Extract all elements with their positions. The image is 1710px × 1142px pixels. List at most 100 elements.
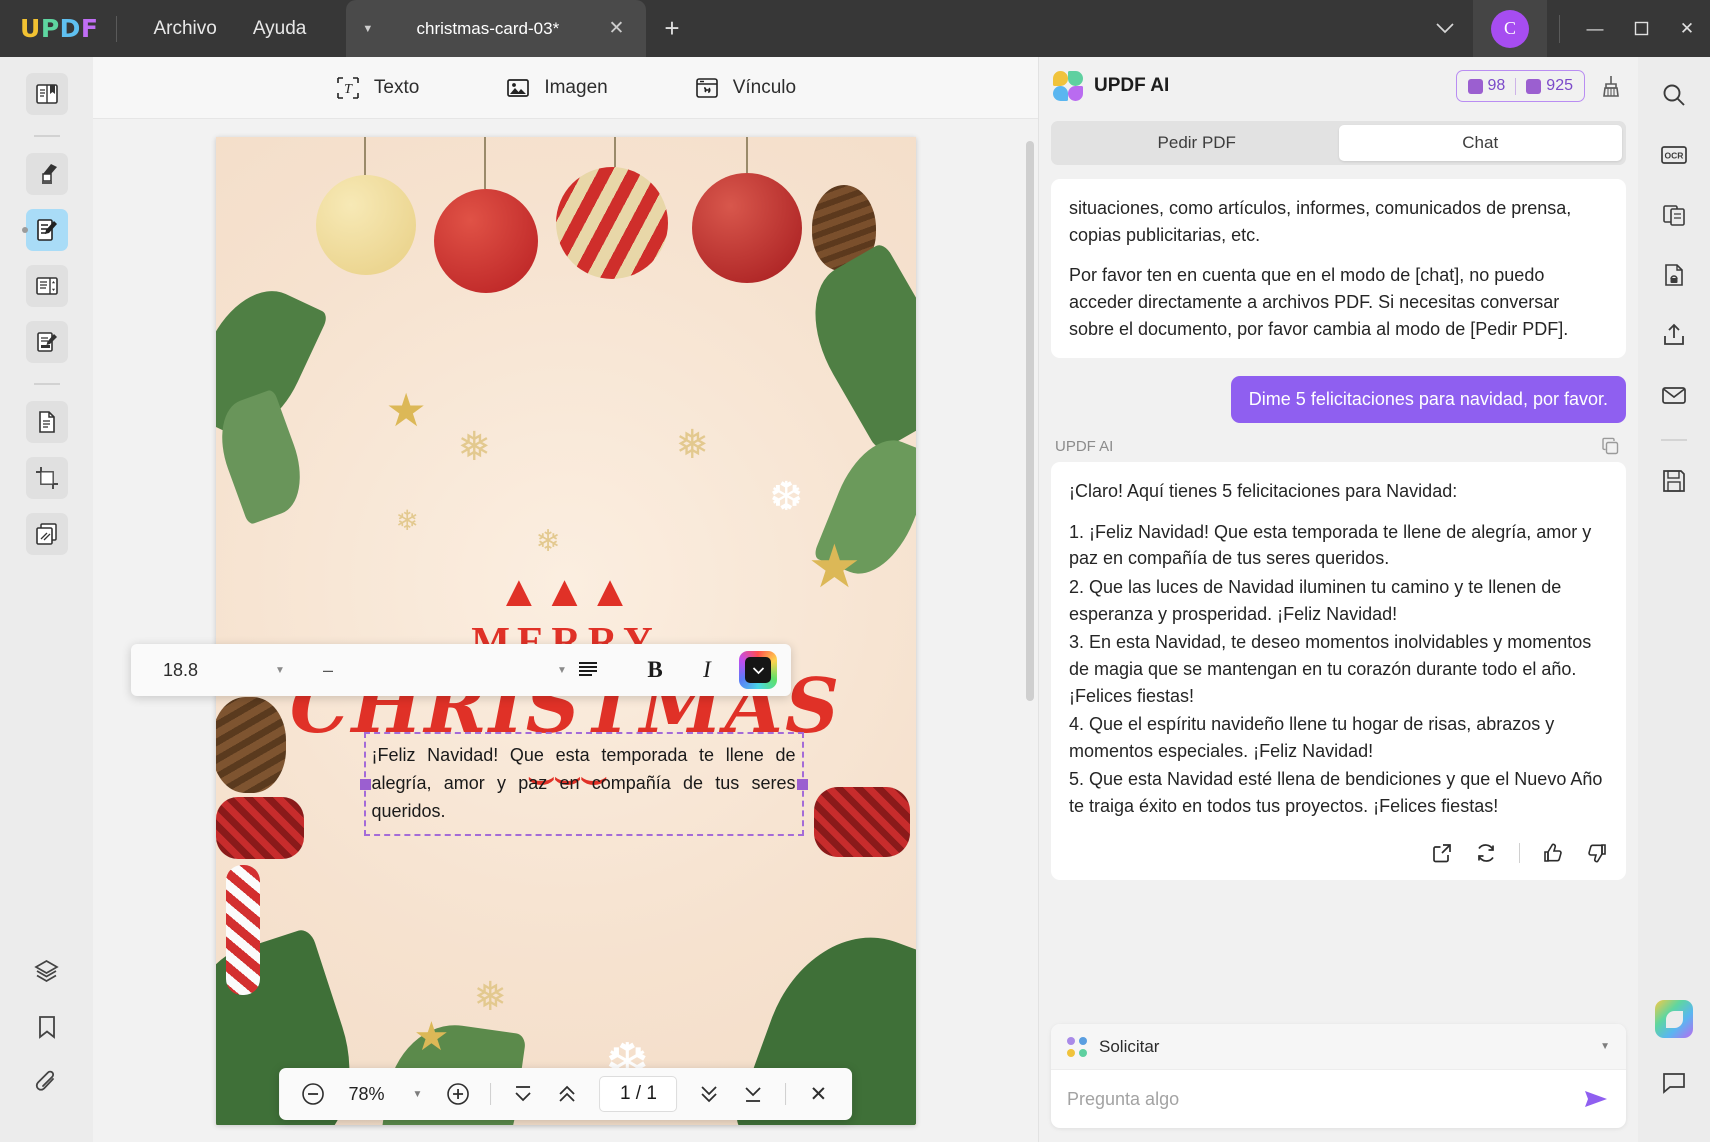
minimize-button[interactable]: — <box>1572 0 1618 57</box>
copy-icon[interactable] <box>1601 437 1620 456</box>
pdf-canvas[interactable]: ❅ ❄ ❅ ❆ ❄ ❅ ❆ ★ ★ ★ ▲▲▲ MERRY CHRISTMAS … <box>93 119 1038 1142</box>
sidebar-bookmark-icon <box>38 1016 55 1039</box>
action-separator <box>1519 842 1520 863</box>
credits-badge[interactable]: 98 925 <box>1455 70 1585 102</box>
sidebar-item-attachment[interactable] <box>26 1062 68 1104</box>
regenerate-response-button[interactable] <box>1475 842 1497 864</box>
ornament-string-1 <box>363 137 366 175</box>
protect-button[interactable] <box>1652 253 1696 297</box>
zoom-in-icon <box>447 1083 470 1105</box>
sidebar-item-crop[interactable] <box>25 457 68 499</box>
sidebar-item-layers[interactable] <box>26 950 68 992</box>
close-pagebar-button[interactable]: ✕ <box>798 1074 838 1114</box>
feedback-button[interactable] <box>1652 1060 1696 1104</box>
response-action-bar <box>1069 842 1608 864</box>
svg-text:T: T <box>344 82 353 97</box>
previous-page-button[interactable] <box>547 1074 587 1114</box>
document-area: T Texto Imagen Vínculo ❅ ❄ ❅ ❆ ❄ ❅ ❆ ★ ★… <box>93 57 1038 1142</box>
send-button[interactable] <box>1582 1088 1610 1110</box>
left-sidebar-bottom <box>26 950 68 1142</box>
sidebar-item-annotate[interactable] <box>25 321 68 363</box>
broom-icon <box>1603 76 1619 97</box>
menu-archivo[interactable]: Archivo <box>135 12 234 46</box>
feedback-icon <box>1663 1073 1685 1094</box>
font-size-chevron-down-icon[interactable]: ▼ <box>265 665 295 676</box>
sidebar-page-layout-icon <box>35 277 58 295</box>
sidebar-item-pages[interactable] <box>25 513 68 555</box>
chat-scroll-area[interactable]: situaciones, como artículos, informes, c… <box>1039 165 1638 1024</box>
font-family-chevron-down-icon[interactable]: ▼ <box>547 665 577 676</box>
toolbar-texto[interactable]: T Texto <box>335 75 419 101</box>
zoom-chevron-down-icon[interactable]: ▼ <box>401 1089 435 1100</box>
star-icon-1: ★ <box>385 384 427 436</box>
share-button[interactable] <box>1652 313 1696 357</box>
prompt-mode-icon <box>1067 1036 1087 1057</box>
compare-button[interactable] <box>1652 193 1696 237</box>
align-button[interactable] <box>577 660 629 680</box>
bold-button[interactable]: B <box>629 657 681 683</box>
save-as-button[interactable] <box>1652 459 1696 503</box>
user-message: Dime 5 felicitaciones para navidad, por … <box>1230 376 1626 424</box>
font-family-value[interactable]: – <box>295 660 547 681</box>
color-chevron-down-icon[interactable] <box>745 657 771 683</box>
sidebar-item-highlighter[interactable] <box>25 153 68 195</box>
tab-close-icon[interactable]: ✕ <box>602 17 630 40</box>
share-response-button[interactable] <box>1431 842 1453 864</box>
email-button[interactable] <box>1652 373 1696 417</box>
sidebar-edit-pdf-icon <box>36 219 57 241</box>
sidebar-item-edit-pdf[interactable] <box>21 209 68 251</box>
toolbar-imagen[interactable]: Imagen <box>505 75 608 101</box>
user-message-row: Dime 5 felicitaciones para navidad, por … <box>1051 376 1626 424</box>
first-page-button[interactable] <box>503 1074 543 1114</box>
resize-handle-left[interactable] <box>359 778 371 790</box>
font-size-value[interactable]: 18.8 <box>145 660 265 681</box>
text-color-button[interactable] <box>739 651 777 689</box>
titlebar-right-group: C — ✕ <box>1417 0 1710 57</box>
tab-chat[interactable]: Chat <box>1338 125 1622 161</box>
pdf-page[interactable]: ❅ ❄ ❅ ❆ ❄ ❅ ❆ ★ ★ ★ ▲▲▲ MERRY CHRISTMAS … <box>215 137 916 1125</box>
chat-input[interactable] <box>1067 1088 1582 1110</box>
resize-handle-right[interactable] <box>796 778 808 790</box>
tab-chevron-down-icon[interactable]: ▼ <box>362 23 373 35</box>
ai-assistant-button[interactable] <box>1655 1000 1693 1038</box>
next-page-button[interactable] <box>689 1074 729 1114</box>
ocr-button[interactable]: OCR <box>1652 133 1696 177</box>
composer-mode-selector[interactable]: Solicitar ▼ <box>1051 1024 1626 1070</box>
document-tab[interactable]: ▼ christmas-card-03* ✕ <box>346 0 647 57</box>
email-icon <box>1662 387 1686 404</box>
menu-ayuda[interactable]: Ayuda <box>235 12 325 46</box>
updf-ai-logo-icon <box>1053 71 1083 101</box>
sidebar-convert-icon <box>38 411 55 433</box>
sidebar-item-convert[interactable] <box>25 401 68 443</box>
thumbs-up-button[interactable] <box>1542 842 1564 864</box>
italic-button[interactable]: I <box>681 657 733 683</box>
text-box-content[interactable]: ¡Feliz Navidad! Que esta temporada te ll… <box>372 742 796 826</box>
composer-chevron-down-icon[interactable]: ▼ <box>1600 1041 1610 1052</box>
sidebar-item-bookmark[interactable] <box>26 1006 68 1048</box>
toolbar-vinculo[interactable]: Vínculo <box>694 75 796 101</box>
sidebar-item-page-layout[interactable] <box>25 265 68 307</box>
page-indicator[interactable]: 1 / 1 <box>599 1076 678 1112</box>
share-icon <box>1433 843 1451 862</box>
assistant-intro: ¡Claro! Aquí tienes 5 felicitaciones par… <box>1069 481 1458 502</box>
composer-mode-label: Solicitar <box>1099 1036 1160 1056</box>
maximize-button[interactable] <box>1618 0 1664 57</box>
search-button[interactable] <box>1652 73 1696 117</box>
tab-pedir-pdf[interactable]: Pedir PDF <box>1055 125 1339 161</box>
zoom-in-button[interactable] <box>438 1074 478 1114</box>
zoom-level-value[interactable]: 78% <box>337 1084 397 1105</box>
ai-assistant-icon <box>1665 1010 1683 1028</box>
account-button[interactable]: C <box>1473 0 1547 57</box>
clear-chat-button[interactable] <box>1600 74 1622 98</box>
snowflake-icon-6: ❅ <box>473 975 508 1019</box>
close-button[interactable]: ✕ <box>1664 0 1710 57</box>
new-tab-button[interactable]: + <box>664 13 679 44</box>
thumbs-down-button[interactable] <box>1586 842 1608 864</box>
zoom-out-button[interactable] <box>293 1074 333 1114</box>
link-icon <box>695 77 718 98</box>
last-page-button[interactable] <box>733 1074 773 1114</box>
editable-text-box[interactable]: ¡Feliz Navidad! Que esta temporada te ll… <box>359 732 808 836</box>
titlebar-chevron-down-icon[interactable] <box>1417 22 1473 35</box>
sidebar-item-reader[interactable] <box>25 73 68 115</box>
document-scrollbar[interactable] <box>1026 141 1034 701</box>
